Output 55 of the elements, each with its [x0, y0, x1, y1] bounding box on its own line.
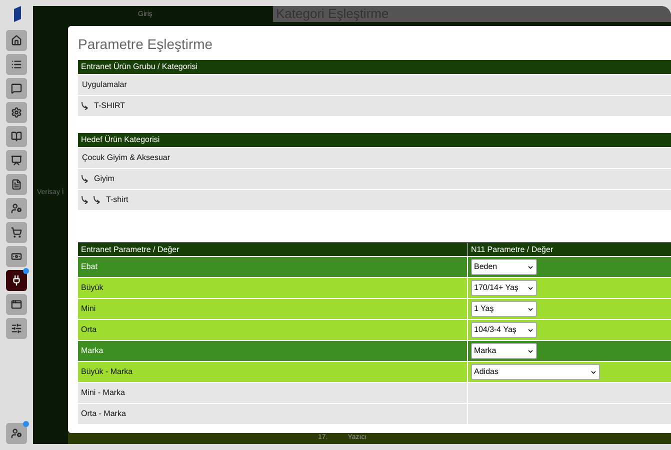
sidebar-button[interactable] — [6, 150, 27, 171]
sliders-icon — [11, 323, 22, 334]
chevron-down-icon — [527, 348, 534, 354]
value-dropdown[interactable]: Marka — [471, 343, 537, 359]
home-icon — [11, 35, 22, 46]
sidebar-button[interactable] — [6, 423, 27, 444]
modal-title: Parametre Eşleştirme — [78, 35, 214, 54]
chevron-down-icon — [590, 368, 597, 376]
book-icon — [11, 131, 22, 142]
category-label: Çocuk Giyim & Aksesuar — [82, 152, 170, 164]
sidebar-button[interactable] — [6, 30, 27, 51]
value-dropdown[interactable]: 1 Yaş — [471, 301, 537, 317]
sidebar-button[interactable] — [6, 270, 27, 291]
banknote-icon — [11, 251, 22, 262]
window-icon — [11, 299, 22, 310]
plug-icon — [11, 275, 22, 286]
indent-arrow-icon — [81, 196, 91, 204]
category-label: Uygulamalar — [82, 79, 127, 91]
chevron-down-icon — [527, 306, 534, 312]
sidebar-button[interactable] — [6, 102, 27, 123]
chevron-down-icon — [527, 264, 534, 270]
indent-arrow-icon — [81, 175, 91, 183]
sidebar-button[interactable] — [6, 222, 27, 243]
sidebar-button[interactable] — [6, 78, 27, 99]
sidebar-button[interactable] — [6, 198, 27, 219]
category-label: T-shirt — [106, 194, 128, 206]
value-dropdown[interactable]: Adidas — [471, 364, 600, 380]
table-header: Entranet Ürün Grubu / Kategorisi — [78, 60, 671, 74]
sidebar-button[interactable] — [6, 246, 27, 267]
value-dropdown[interactable]: Beden — [471, 259, 537, 275]
category-label: Giyim — [94, 173, 114, 185]
sidebar-button[interactable] — [6, 126, 27, 147]
list-icon — [11, 59, 22, 70]
chat-bubble-icon — [11, 83, 22, 94]
chevron-down-icon — [527, 326, 534, 334]
sidebar-button[interactable] — [6, 294, 27, 315]
sidebar-button[interactable] — [6, 174, 27, 195]
value-dropdown[interactable]: 104/3-4 Yaş — [471, 322, 537, 338]
parameter-cell: Orta - Marka — [78, 404, 468, 424]
chevron-down-icon — [527, 284, 534, 292]
settings-icon — [11, 107, 22, 118]
table-header: Hedef Ürün Kategorisi — [78, 133, 671, 147]
category-label: T-SHIRT — [94, 100, 125, 112]
sidebar-button[interactable] — [6, 318, 27, 339]
presentation-icon — [11, 155, 22, 166]
user-gear-icon — [11, 428, 22, 439]
logo-icon — [12, 6, 22, 22]
document-icon — [11, 179, 22, 190]
indent-arrow-icon — [93, 196, 103, 204]
indent-arrow-icon — [81, 102, 91, 110]
column-header: N11 Parametre / Değer — [470, 244, 554, 256]
sidebar-button[interactable] — [6, 54, 27, 75]
cart-icon — [11, 227, 22, 238]
user-gear-icon — [11, 203, 22, 214]
value-dropdown[interactable]: 170/14+ Yaş — [471, 280, 537, 296]
